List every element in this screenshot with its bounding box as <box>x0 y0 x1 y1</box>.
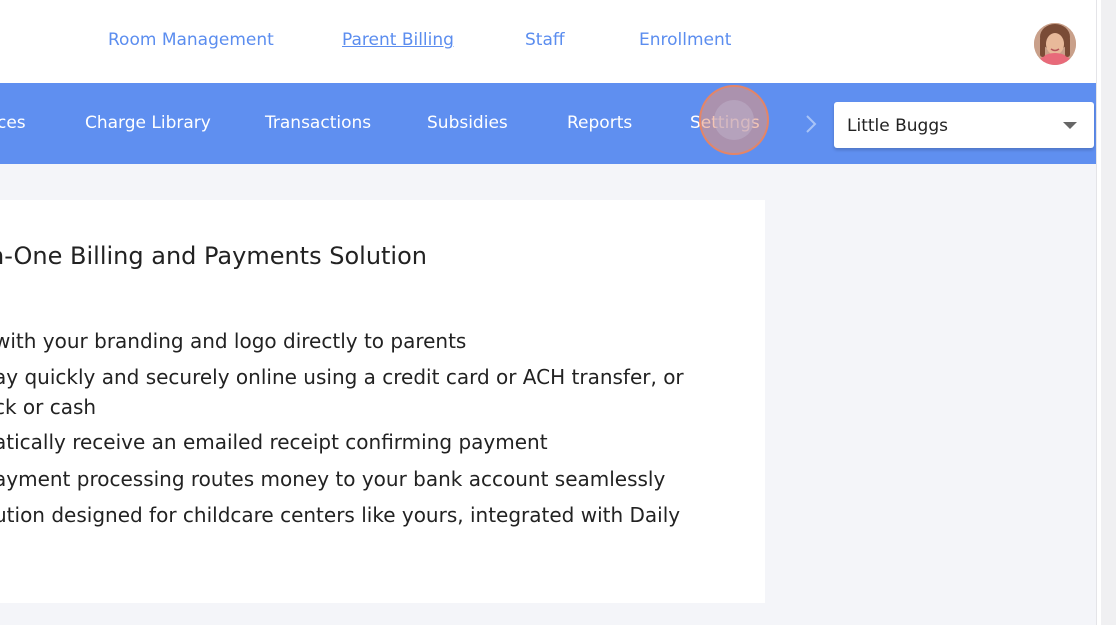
feature-item: atically receive an emailed receipt conf… <box>0 430 548 454</box>
page: Room Management Parent Billing Staff Enr… <box>0 0 1120 625</box>
center-selector[interactable]: Little Buggs <box>834 102 1094 148</box>
sub-nav-charge-library[interactable]: Charge Library <box>85 113 211 133</box>
scrollbar-track[interactable] <box>1101 0 1116 625</box>
top-nav-staff[interactable]: Staff <box>525 30 565 50</box>
top-nav-parent-billing[interactable]: Parent Billing <box>342 30 454 50</box>
sub-nav-item-partial[interactable]: ces <box>0 113 26 133</box>
center-selector-value: Little Buggs <box>847 116 948 136</box>
feature-item: ution designed for childcare centers lik… <box>0 503 681 527</box>
feature-item: with your branding and logo directly to … <box>0 329 467 353</box>
billing-info-card: l-in-One Billing and Payments Solution w… <box>0 200 765 603</box>
sub-nav-reports[interactable]: Reports <box>567 113 632 133</box>
feature-item: ay quickly and securely online using a c… <box>0 365 684 389</box>
page-scrollbar[interactable] <box>1096 0 1120 625</box>
feature-item-continued: ck or cash <box>0 395 97 419</box>
sub-nav-settings[interactable]: Settings <box>690 113 760 133</box>
top-bar: Room Management Parent Billing Staff Enr… <box>0 0 1096 83</box>
feature-item: ayment processing routes money to your b… <box>0 467 666 491</box>
sub-nav-subsidies[interactable]: Subsidies <box>427 113 508 133</box>
sub-nav-transactions[interactable]: Transactions <box>265 113 371 133</box>
caret-down-icon <box>1063 122 1077 129</box>
top-nav-room-management[interactable]: Room Management <box>108 30 274 50</box>
top-nav-enrollment[interactable]: Enrollment <box>639 30 731 50</box>
chevron-right-icon[interactable] <box>803 112 819 136</box>
avatar-image <box>1034 23 1076 65</box>
user-avatar[interactable] <box>1034 23 1076 65</box>
card-title: l-in-One Billing and Payments Solution <box>0 242 427 270</box>
